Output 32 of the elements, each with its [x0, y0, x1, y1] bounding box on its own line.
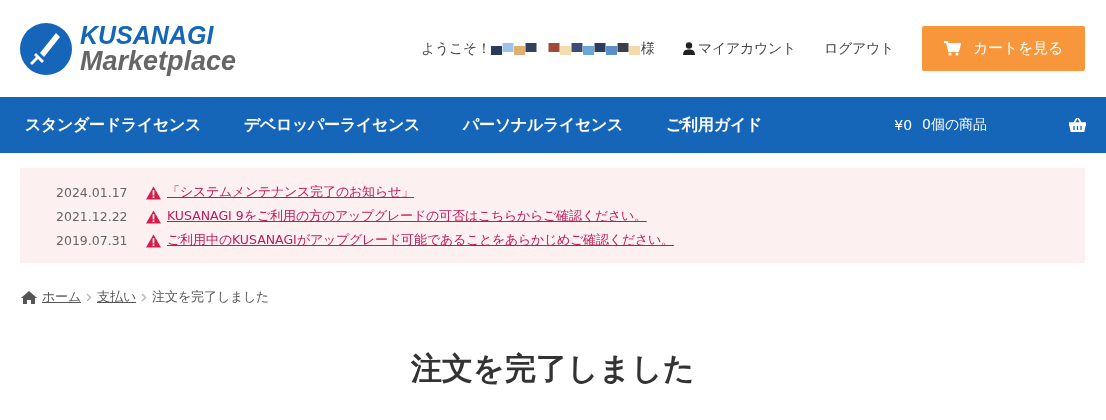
warning-icon — [146, 233, 161, 248]
nav-item[interactable]: デベロッパーライセンス — [244, 114, 420, 136]
chevron-icon — [86, 292, 92, 302]
warning-icon — [146, 185, 161, 200]
notice-date: 2024.01.17 — [56, 185, 129, 200]
notice-link[interactable]: 「システムメンテナンス完了のお知らせ」 — [167, 184, 414, 201]
logo-sword-icon — [20, 22, 72, 75]
nav-item[interactable]: ご利用ガイド — [666, 114, 762, 136]
nav-item[interactable]: パーソナルライセンス — [463, 114, 623, 136]
welcome-text: ようこそ！ — [421, 39, 491, 58]
logout-link[interactable]: ログアウト — [824, 39, 894, 58]
user-icon — [683, 42, 695, 55]
honorific-text: 様 — [641, 39, 655, 58]
my-account-link[interactable]: マイアカウント — [683, 39, 796, 58]
cart-total: ¥0 — [894, 117, 913, 133]
breadcrumb-current: 注文を完了しました — [152, 288, 269, 306]
cart-icon — [944, 41, 961, 56]
notice-date: 2021.12.22 — [56, 209, 129, 224]
warning-icon — [146, 209, 161, 224]
breadcrumb-link[interactable]: 支払い — [97, 288, 136, 306]
logo-subtitle: Marketplace — [80, 47, 237, 75]
breadcrumb-link[interactable]: ホーム — [42, 288, 81, 306]
notice-link[interactable]: ご利用中のKUSANAGIがアップグレード可能であることをあらかじめご確認ください。 — [167, 232, 674, 249]
home-icon — [21, 290, 37, 304]
notice-link[interactable]: KUSANAGI 9をご利用の方のアップグレードの可否はこちらからご確認ください。 — [167, 208, 647, 225]
notice-date: 2019.07.31 — [56, 233, 129, 248]
chevron-icon — [141, 292, 147, 302]
logo-title: KUSANAGI — [80, 22, 215, 48]
nav-item[interactable]: スタンダードライセンス — [25, 114, 201, 136]
basket-icon[interactable] — [1069, 118, 1086, 132]
page-title: 注文を完了しました — [410, 349, 696, 388]
cart-count: 0個の商品 — [922, 116, 987, 134]
